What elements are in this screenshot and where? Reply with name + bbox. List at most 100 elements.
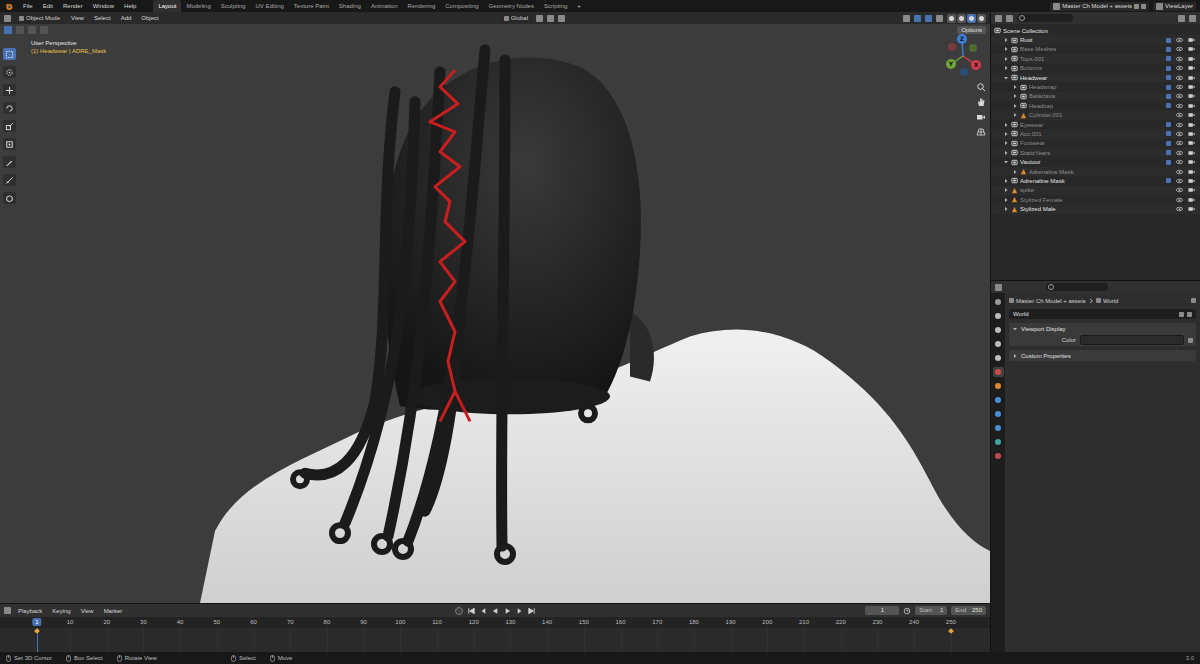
viewport-menu-item[interactable]: Select [91, 15, 114, 21]
copy-icon[interactable] [1134, 4, 1139, 9]
orientation-dropdown[interactable]: Global [500, 14, 532, 23]
next-keyframe-icon[interactable] [515, 607, 524, 615]
eye-open-icon[interactable] [1176, 103, 1183, 109]
outliner-row[interactable]: Footwear [991, 139, 1200, 148]
outliner-item-name[interactable]: Headwear [1020, 75, 1047, 81]
collapsed-arrow-icon[interactable] [1003, 140, 1009, 146]
outliner-row[interactable]: spike [991, 186, 1200, 195]
camera-icon[interactable] [1188, 93, 1195, 99]
outliner-row[interactable]: Cylinder.001 [991, 111, 1200, 120]
proportional-edit-icon[interactable] [558, 15, 565, 22]
pan-hand-icon[interactable] [976, 97, 986, 107]
collapsed-arrow-icon[interactable] [1012, 353, 1018, 359]
perspective-grid-icon[interactable] [976, 127, 986, 137]
panel-header[interactable]: Custom Properties [1012, 351, 1193, 360]
properties-tab[interactable] [993, 409, 1004, 419]
outliner-row[interactable]: Stylized Male [991, 204, 1200, 213]
start-frame-field[interactable]: Start1 [915, 606, 947, 615]
timeline-track-area[interactable]: 1020304050607080901001101201301401501601… [0, 617, 990, 652]
tool-button[interactable] [3, 102, 16, 114]
color-swatch[interactable] [1080, 335, 1184, 345]
properties-tab[interactable] [993, 423, 1004, 433]
camera-icon[interactable] [1188, 37, 1195, 43]
outliner-item-name[interactable]: Adrenaline Mask [1029, 169, 1074, 175]
outliner-row[interactable]: Tops.001 [991, 54, 1200, 63]
viewport-menu-item[interactable]: Object [138, 15, 161, 21]
workspace-tab[interactable]: Texture Paint [289, 0, 334, 12]
collapsed-arrow-icon[interactable] [1003, 131, 1009, 137]
tool-button[interactable] [3, 120, 16, 132]
outliner-item-name[interactable]: Bottoms [1020, 65, 1042, 71]
collapsed-arrow-icon[interactable] [1003, 65, 1009, 71]
outliner-row[interactable]: Headwear [991, 73, 1200, 82]
overlay-toggle-icon[interactable] [925, 15, 932, 22]
current-frame-field[interactable]: 1 [865, 606, 899, 615]
properties-tab[interactable] [993, 367, 1004, 377]
delete-icon[interactable] [1141, 4, 1146, 9]
exclude-checkbox[interactable] [1166, 103, 1171, 108]
eye-open-icon[interactable] [1176, 65, 1183, 71]
eye-open-icon[interactable] [1176, 150, 1183, 156]
outliner-item-name[interactable]: Cylinder.001 [1029, 112, 1062, 118]
outliner-row[interactable]: Vautour [991, 157, 1200, 166]
editor-type-icon[interactable] [995, 284, 1002, 291]
current-frame-indicator[interactable]: 1 [32, 618, 41, 626]
xray-icon[interactable] [936, 15, 943, 22]
eye-open-icon[interactable] [1176, 197, 1183, 203]
eye-open-icon[interactable] [1176, 93, 1183, 99]
outliner-item-name[interactable]: Stylized Female [1020, 197, 1063, 203]
collapsed-arrow-icon[interactable] [1003, 178, 1009, 184]
properties-search-field[interactable] [1046, 283, 1108, 291]
jump-end-icon[interactable] [527, 607, 536, 615]
eye-open-icon[interactable] [1176, 159, 1183, 165]
fake-user-icon[interactable] [1179, 312, 1184, 317]
eye-open-icon[interactable] [1176, 112, 1183, 118]
zoom-icon[interactable] [976, 82, 986, 92]
prev-keyframe-icon[interactable] [479, 607, 488, 615]
exclude-checkbox[interactable] [1166, 85, 1171, 90]
viewport-menu-item[interactable]: Add [118, 15, 135, 21]
outliner-item-name[interactable]: Rust [1020, 37, 1032, 43]
pivot-icon[interactable] [536, 15, 543, 22]
exclude-checkbox[interactable] [1166, 38, 1171, 43]
outliner-row[interactable]: Headwrap [991, 82, 1200, 91]
properties-tab[interactable] [993, 381, 1004, 391]
outliner-item-name[interactable]: Vautour [1020, 159, 1041, 165]
exclude-checkbox[interactable] [1166, 131, 1171, 136]
camera-icon[interactable] [1188, 140, 1195, 146]
outliner-item-name[interactable]: Eyewear [1020, 122, 1043, 128]
outliner-row[interactable]: Eyewear [991, 120, 1200, 129]
menu-item[interactable]: Render [60, 3, 86, 9]
outliner-item-name[interactable]: Balaclava [1029, 93, 1055, 99]
eye-open-icon[interactable] [1176, 169, 1183, 175]
outliner-row[interactable]: StaticYears [991, 148, 1200, 157]
camera-icon[interactable] [1188, 56, 1195, 62]
timeline-menu-item[interactable]: Keying [49, 608, 73, 614]
camera-icon[interactable] [1188, 150, 1195, 156]
properties-tab[interactable] [993, 311, 1004, 321]
snap-icon[interactable] [547, 15, 554, 22]
outliner-item-name[interactable]: Base Meshes [1020, 46, 1056, 52]
camera-icon[interactable] [1188, 84, 1195, 90]
eye-open-icon[interactable] [1176, 206, 1183, 212]
shading-mode-button[interactable] [957, 14, 966, 23]
outliner-row[interactable]: Headcap [991, 101, 1200, 110]
outliner-row[interactable]: Scene Collection [991, 26, 1200, 35]
camera-icon[interactable] [1188, 159, 1195, 165]
outliner-item-name[interactable]: Headcap [1029, 103, 1053, 109]
collapsed-arrow-icon[interactable] [1012, 112, 1018, 118]
collapsed-arrow-icon[interactable] [1003, 37, 1009, 43]
collapsed-arrow-icon[interactable] [1003, 206, 1009, 212]
options-dropdown[interactable]: Options [957, 26, 986, 34]
outliner-item-name[interactable]: Stylized Male [1020, 206, 1056, 212]
camera-view-icon[interactable] [976, 112, 986, 122]
collapsed-arrow-icon[interactable] [1003, 56, 1009, 62]
properties-tab[interactable] [993, 297, 1004, 307]
exclude-checkbox[interactable] [1166, 141, 1171, 146]
outliner-item-name[interactable]: Scene Collection [1003, 28, 1048, 34]
eye-open-icon[interactable] [1176, 178, 1183, 184]
collapsed-arrow-icon[interactable] [1003, 197, 1009, 203]
expanded-arrow-icon[interactable] [1003, 159, 1009, 165]
camera-icon[interactable] [1188, 131, 1195, 137]
tool-button[interactable] [3, 48, 16, 60]
